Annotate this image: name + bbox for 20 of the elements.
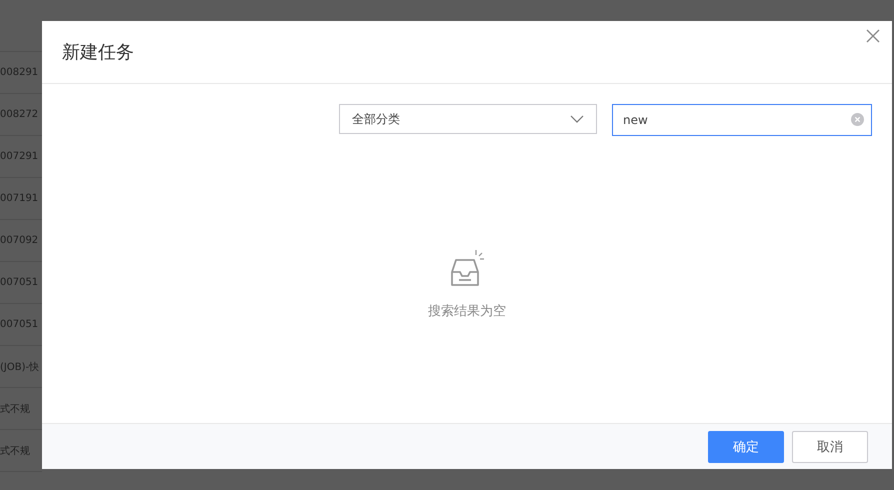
- clear-icon[interactable]: [851, 113, 864, 126]
- table-cell: 007191: [0, 193, 38, 204]
- empty-message: 搜索结果为空: [428, 303, 506, 320]
- table-cell-text: (JOB)-快: [0, 360, 40, 374]
- table-cell: 008272: [0, 109, 38, 120]
- search-field[interactable]: new: [612, 104, 872, 136]
- category-select[interactable]: 全部分类: [339, 104, 597, 134]
- table-cell: 008291: [0, 67, 38, 78]
- table-cell: 007291: [0, 151, 38, 162]
- table-cell: 007092: [0, 235, 38, 246]
- table-cell: 007051: [0, 319, 38, 330]
- confirm-button[interactable]: 确定: [708, 430, 784, 462]
- close-icon[interactable]: [866, 29, 880, 43]
- table-cell: 007051: [0, 277, 38, 288]
- table-cell-text: 式不规: [0, 402, 30, 416]
- chevron-down-icon: [570, 115, 584, 123]
- cancel-button[interactable]: 取消: [792, 430, 868, 462]
- dialog-title: 新建任务: [62, 41, 134, 64]
- table-cell-text: 式不规: [0, 444, 30, 458]
- empty-tray-icon: [449, 248, 485, 288]
